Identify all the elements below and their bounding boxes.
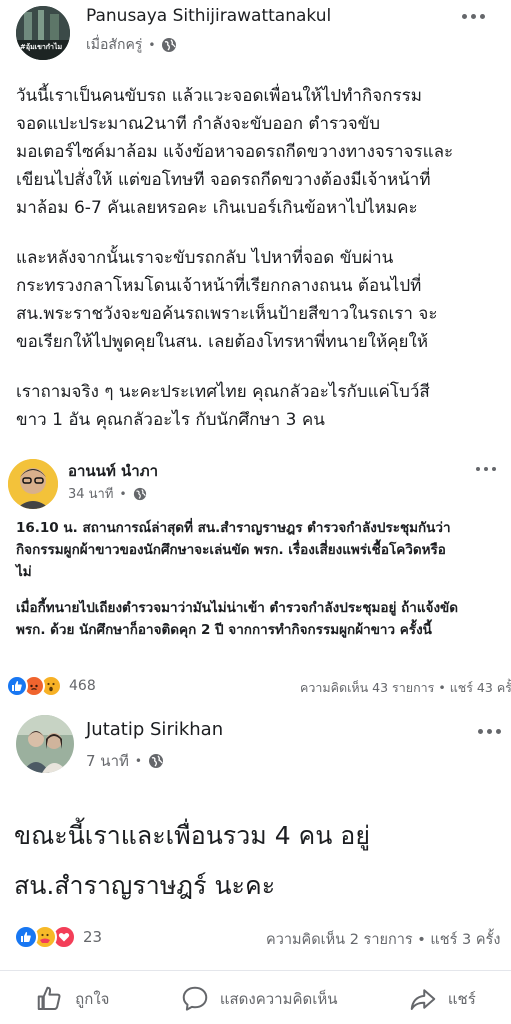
post-time[interactable]: 34 นาที xyxy=(68,483,113,504)
reaction-count: 23 xyxy=(83,928,103,946)
action-bar: ถูกใจ แสดงความคิดเห็น แชร์ xyxy=(0,974,511,1024)
post-time[interactable]: 7 นาที xyxy=(86,749,129,773)
post-meta: 34 นาที • xyxy=(68,483,147,504)
post-1: #อุ้มเขากำไม Panusaya Sithijirawattanaku… xyxy=(0,0,511,455)
post-author[interactable]: อานนท์ นำภา xyxy=(68,459,158,483)
avatar[interactable] xyxy=(8,459,58,509)
reaction-summary[interactable]: 468 xyxy=(6,675,96,697)
more-options-button[interactable] xyxy=(462,14,485,19)
post-time[interactable]: เมื่อสักครู่ xyxy=(86,34,142,56)
separator-dot: • xyxy=(119,486,127,501)
comment-label: แสดงความคิดเห็น xyxy=(219,990,338,1008)
body-line: พรก. ด้วย นักศึกษาก็อาจติดคุก 2 ปี จากกา… xyxy=(16,622,432,638)
action-divider xyxy=(0,970,511,971)
engagement-stats[interactable]: ความคิดเห็น 43 รายการ • แชร์ 43 ครั้ง xyxy=(300,678,511,698)
body-line: มอเตอร์ไซค์มาล้อม แจ้งข้อหาจอดรถกีดขวางท… xyxy=(16,142,454,162)
body-line: เมื่อกี้ทนายไปเถียงตำรวจมาว่ามันไม่น่าเข… xyxy=(16,600,459,616)
body-line: สน.สำราญราษฎร์ นะคะ xyxy=(14,871,276,900)
more-options-button[interactable] xyxy=(476,467,496,471)
more-options-button[interactable] xyxy=(478,729,501,734)
reaction-summary[interactable]: 23 xyxy=(14,925,102,949)
body-line: และหลังจากนั้นเราจะขับรถกลับ ไปหาที่จอด … xyxy=(16,248,394,268)
reaction-count: 468 xyxy=(69,678,96,694)
share-label: แชร์ xyxy=(447,990,476,1008)
like-reaction-icon xyxy=(14,925,38,949)
post-body: วันนี้เราเป็นคนขับรถ แล้วแวะจอดเพื่อนให้… xyxy=(16,82,453,434)
body-line: กระทรวงกลาโหมโดนเจ้าหน้าที่เรียกกลางถนน … xyxy=(16,276,422,296)
post-body: ขณะนี้เราและเพื่อนรวม 4 คน อยู่ สน.สำราญ… xyxy=(14,811,370,911)
avatar-image-icon xyxy=(8,459,58,509)
body-line: ขณะนี้เราและเพื่อนรวม 4 คน อยู่ xyxy=(14,821,370,850)
separator-dot: • xyxy=(148,38,156,52)
engagement-stats[interactable]: ความคิดเห็น 2 รายการ • แชร์ 3 ครั้ง xyxy=(266,928,500,951)
body-line: เราถามจริง ๆ นะคะประเทศไทย คุณกลัวอะไรกั… xyxy=(16,382,430,402)
post-meta: เมื่อสักครู่ • xyxy=(86,34,177,56)
post-author[interactable]: Panusaya Sithijirawattanakul xyxy=(86,6,331,26)
body-line: มาล้อม 6-7 คันเลยหรอคะ เกินเบอร์เกินข้อห… xyxy=(16,198,418,218)
body-line: กิจกรรมผูกผ้าขาวของนักศึกษาจะเล่นขัด พรก… xyxy=(16,542,446,558)
avatar-label: #อุ้มเขากำไม xyxy=(20,43,63,51)
comment-button[interactable]: แสดงความคิดเห็น xyxy=(180,984,338,1014)
body-line: ขาว 1 อัน คุณกลัวอะไร กับนักศึกษา 3 คน xyxy=(16,410,325,430)
body-line: ขอเรียกให้ไปพูดคุยในสน. เลยต้องโทรหาพี่ท… xyxy=(16,332,429,352)
like-reaction-icon xyxy=(6,675,28,697)
globe-icon xyxy=(148,754,163,768)
post-2: อานนท์ นำภา 34 นาที • 16.10 น. สถานการณ์… xyxy=(0,455,511,705)
avatar[interactable] xyxy=(16,715,74,773)
post-meta: 7 นาที • xyxy=(86,749,164,773)
body-line: จอดแปะประมาณ2นาที กำลังจะขับออก ตำรวจขับ xyxy=(16,114,381,134)
post-body: 16.10 น. สถานการณ์ล่าสุดที่ สน.สำราญราษฎ… xyxy=(16,517,458,641)
post-3: Jutatip Sirikhan 7 นาที • ขณะนี้เราและเพ… xyxy=(0,705,511,974)
thumbs-up-icon xyxy=(37,986,61,1010)
body-line: วันนี้เราเป็นคนขับรถ แล้วแวะจอดเพื่อนให้… xyxy=(16,86,422,106)
avatar-image-icon xyxy=(16,715,74,773)
comment-bubble-icon xyxy=(182,986,208,1011)
body-line: สน.พระราชวังจะขอค้นรถเพราะเห็นป้ายสีขาวใ… xyxy=(16,304,438,324)
avatar[interactable]: #อุ้มเขากำไม xyxy=(16,6,70,60)
globe-icon xyxy=(162,38,177,52)
like-label: ถูกใจ xyxy=(75,990,110,1008)
body-line: ไม่ xyxy=(16,564,32,580)
globe-icon xyxy=(133,487,146,500)
share-button[interactable]: แชร์ xyxy=(408,984,476,1014)
body-line: เขียนไปสั่งให้ แต่ขอโทษที จอดรถกีดขวางต้… xyxy=(16,170,431,190)
share-arrow-icon xyxy=(410,989,436,1010)
post-author[interactable]: Jutatip Sirikhan xyxy=(86,719,223,740)
body-line: 16.10 น. สถานการณ์ล่าสุดที่ สน.สำราญราษฎ… xyxy=(16,520,451,536)
like-button[interactable]: ถูกใจ xyxy=(35,984,109,1014)
separator-dot: • xyxy=(134,754,142,768)
